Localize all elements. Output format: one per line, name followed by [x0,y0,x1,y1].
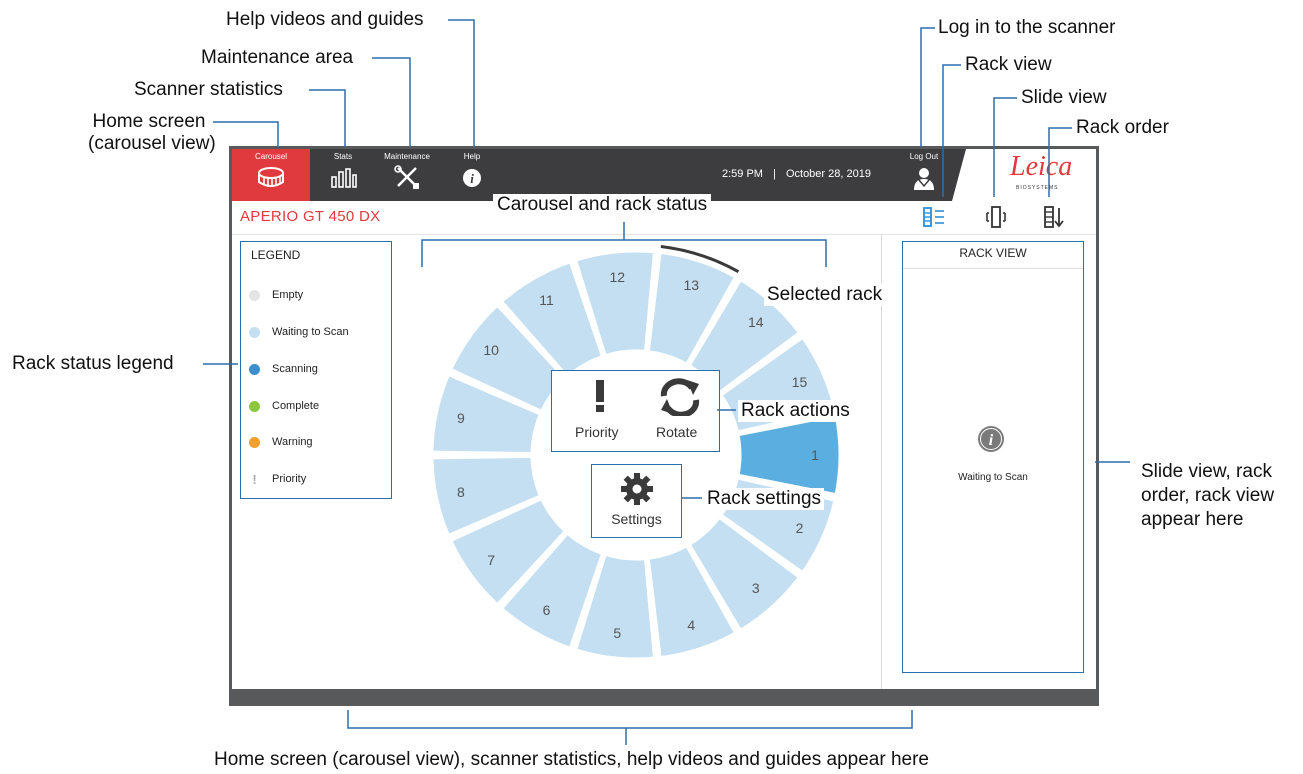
callout-selected-rack: Selected rack [764,284,886,306]
callout-right-panel-line2: order, rack view [1141,485,1275,506]
callout-slide-view: Slide view [1021,87,1107,108]
callout-maintenance: Maintenance area [201,47,354,68]
callout-home-screen-line1: Home screen [92,111,206,132]
callout-log-in: Log in to the scanner [938,17,1116,38]
callout-help-videos: Help videos and guides [226,9,424,30]
callout-rack-settings: Rack settings [704,488,825,510]
callout-rack-status-legend: Rack status legend [12,353,174,374]
callout-home-screen: Home screen (carousel view) [88,111,216,155]
callout-scanner-stats: Scanner statistics [134,79,283,100]
callout-right-panel-line1: Slide view, rack [1141,461,1272,482]
callout-rack-view: Rack view [965,54,1052,75]
callout-home-screen-line2: (carousel view) [88,133,216,154]
callout-carousel-status: Carousel and rack status [493,194,712,216]
callout-rack-order: Rack order [1076,117,1169,138]
callout-bottom: Home screen (carousel view), scanner sta… [214,749,929,770]
callout-right-panel-line3: appear here [1141,509,1244,530]
callout-right-panel: Slide view, rack order, rack view appear… [1141,460,1274,532]
callout-rack-actions: Rack actions [738,400,853,422]
